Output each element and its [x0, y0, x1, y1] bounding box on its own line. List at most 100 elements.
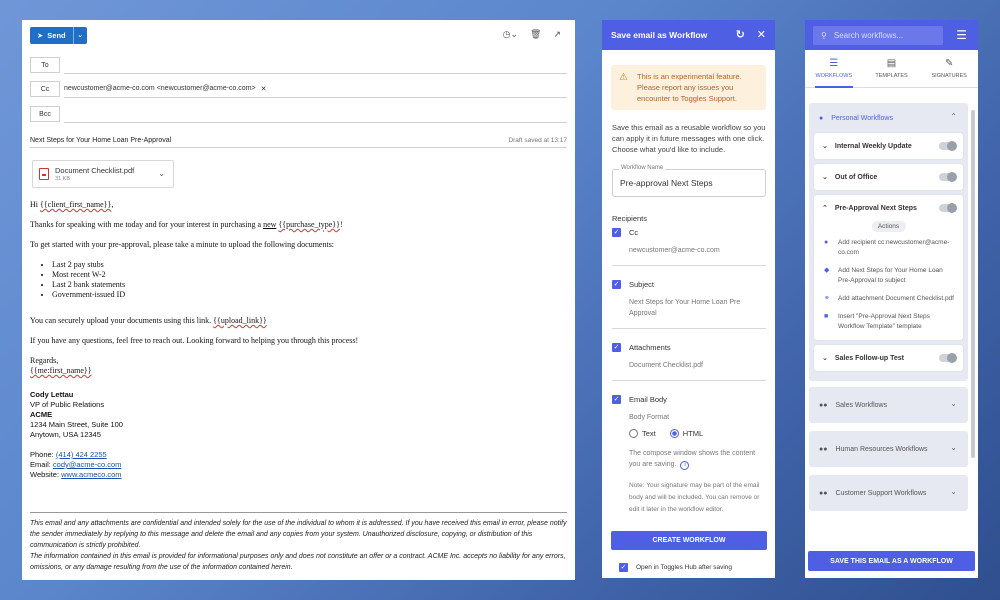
bcc-input[interactable] [64, 105, 567, 123]
email-body[interactable]: Hi {{client_first_name}}, Thanks for spe… [30, 200, 567, 480]
workflow-tabs: ☰ WORKFLOWS ▤ TEMPLATES ✎ SIGNATURES [805, 50, 978, 88]
include-body-option: ✓ Email Body Body Format Text HTML The c… [612, 381, 766, 525]
workflow-name: Internal Weekly Update [834, 142, 912, 150]
hr-workflows-header[interactable]: ●● Human Resources Workflows ⌄ [809, 431, 968, 467]
search-icon: ⚲ [821, 30, 827, 40]
experimental-warning: ⚠ This is an experimental feature. Pleas… [611, 65, 766, 110]
personal-workflows-header[interactable]: ● Personal Workflows ⌃ [809, 103, 968, 133]
chevron-down-icon[interactable]: ⌄ [822, 142, 828, 150]
chevron-down-icon[interactable]: ⌄ [822, 354, 828, 362]
workflow-toggle[interactable] [939, 203, 957, 213]
chevron-down-icon[interactable]: ⌄ [950, 487, 957, 496]
subject-input[interactable]: Next Steps for Your Home Loan Pre-Approv… [30, 137, 171, 144]
paperclip-icon: ⚭ [824, 295, 830, 302]
workflow-item[interactable]: ⌄ Internal Weekly Update [814, 133, 963, 159]
signature-title: VP of Public Relations [30, 400, 105, 409]
workflow-item[interactable]: ⌄ Sales Follow-up Test [814, 345, 963, 371]
purchase-type-var: {{purchase_type}} [278, 220, 340, 229]
send-main[interactable]: ➤ Send [30, 27, 73, 44]
format-text-radio[interactable]: Text [629, 429, 656, 438]
chevron-down-icon[interactable]: ⌄ [950, 443, 957, 452]
hr-workflows-group[interactable]: ●● Human Resources Workflows ⌄ [809, 431, 968, 467]
cc-row: Cc newcustomer@acme-co.com <newcustomer@… [30, 80, 567, 98]
workflow-item[interactable]: ⌄ Out of Office [814, 164, 963, 190]
tab-templates-label: TEMPLATES [875, 72, 908, 79]
attachment-card[interactable]: Document Checklist.pdf 31 KB ⌄ [32, 160, 174, 188]
subject-checkbox[interactable]: ✓ [612, 280, 621, 289]
send-button[interactable]: ➤ Send ⌄ [30, 26, 87, 44]
open-hub-option[interactable]: ✓ Open in Toggles Hub after saving [619, 563, 732, 572]
signature-email-row: Email: cody@acme-co.com [30, 460, 567, 470]
workflow-toggle[interactable] [939, 353, 957, 363]
cc-checkbox[interactable]: ✓ [612, 228, 621, 237]
chevron-up-icon[interactable]: ⌃ [950, 112, 957, 121]
open-hub-label: Open in Toggles Hub after saving [636, 564, 732, 571]
personal-workflows-label: Personal Workflows [831, 114, 893, 122]
hamburger-menu-icon[interactable]: ☰ [956, 29, 967, 41]
include-subject-option: ✓ Subject Next Steps for Your Home Loan … [612, 266, 766, 329]
action-item: ● Add recipient cc:newcustomer@acme-co.c… [814, 238, 963, 266]
remove-recipient-icon[interactable]: ✕ [261, 85, 267, 93]
subject-row[interactable]: Next Steps for Your Home Loan Pre-Approv… [30, 134, 567, 148]
template-icon: ▤ [886, 57, 897, 69]
phone-link[interactable]: (414) 424 2255 [56, 450, 107, 459]
sales-workflows-header[interactable]: ●● Sales Workflows ⌄ [809, 387, 968, 423]
workflow-name-field[interactable]: Workflow Name Pre-approval Next Steps [612, 165, 766, 197]
delete-icon[interactable]: 🗑 [530, 29, 541, 40]
chevron-up-icon[interactable]: ⌃ [822, 204, 828, 212]
radio-on[interactable] [669, 429, 679, 438]
sales-workflows-group[interactable]: ●● Sales Workflows ⌄ [809, 387, 968, 423]
workflow-groups: ● Personal Workflows ⌃ ⌄ Internal Weekly… [809, 103, 968, 517]
search-placeholder: Search workflows... [833, 30, 904, 40]
email-link[interactable]: cody@acme-co.com [53, 460, 121, 469]
body-line-2: To get started with your pre-approval, p… [30, 240, 335, 249]
chevron-down-icon[interactable]: ⌄ [822, 173, 828, 181]
action-item: ⚭ Add attachment Document Checklist.pdf [814, 294, 963, 312]
action-text: Insert "Pre-Approval Next Steps Workflow… [838, 313, 930, 330]
cc-recipient-chip[interactable]: newcustomer@acme-co.com <newcustomer@acm… [64, 85, 266, 93]
workflow-item-expanded[interactable]: ⌃ Pre-Approval Next Steps Actions ● Add … [814, 195, 963, 340]
search-input[interactable]: ⚲ Search workflows... [813, 25, 943, 45]
greeting: Hi {{client_first_name}}, [30, 200, 567, 210]
body-format-radios: Text HTML [629, 429, 766, 438]
cc-button[interactable]: Cc [30, 81, 60, 97]
send-options-chevron-icon[interactable]: ⌄ [72, 26, 87, 44]
tab-signatures[interactable]: ✎ SIGNATURES [920, 50, 978, 87]
to-button[interactable]: To [30, 57, 60, 73]
popout-icon[interactable]: ↗ [553, 29, 561, 40]
importance-icon[interactable]: ◷⌄ [503, 29, 518, 40]
team-icon: ●● [819, 489, 828, 497]
workflow-toggle[interactable] [939, 141, 957, 151]
open-hub-checkbox[interactable]: ✓ [619, 563, 628, 572]
tab-workflows[interactable]: ☰ WORKFLOWS [805, 50, 863, 88]
tab-templates[interactable]: ▤ TEMPLATES [863, 50, 921, 87]
email-body-checkbox[interactable]: ✓ [612, 395, 621, 404]
attachment-chevron-down-icon[interactable]: ⌄ [158, 169, 165, 178]
to-row: To [30, 56, 567, 74]
website-link[interactable]: www.acmeco.com [61, 470, 121, 479]
radio-off[interactable] [629, 429, 638, 438]
support-workflows-header[interactable]: ●● Customer Support Workflows ⌄ [809, 475, 968, 511]
signature-name: Cody Lettau [30, 390, 74, 399]
team-icon: ●● [819, 401, 828, 409]
info-icon[interactable]: i [680, 461, 690, 470]
refresh-icon[interactable]: ↻ [736, 28, 745, 41]
cc-input[interactable]: newcustomer@acme-co.com <newcustomer@acm… [64, 80, 567, 98]
signature: Cody Lettau VP of Public Relations ACME … [30, 390, 567, 480]
save-as-workflow-button[interactable]: SAVE THIS EMAIL AS A WORKFLOW [808, 551, 975, 571]
bcc-button[interactable]: Bcc [30, 106, 60, 122]
close-icon[interactable]: ✕ [757, 28, 766, 41]
workflow-name: Out of Office [834, 173, 878, 181]
to-input[interactable] [64, 56, 567, 74]
header-icons: ↻ ✕ [736, 28, 766, 41]
scrollbar[interactable] [971, 110, 975, 458]
chevron-down-icon[interactable]: ⌄ [950, 399, 957, 408]
format-html-label: HTML [682, 429, 704, 438]
workflows-panel: ⚲ Search workflows... ☰ ☰ WORKFLOWS ▤ TE… [805, 20, 978, 578]
attachments-checkbox[interactable]: ✓ [612, 343, 621, 352]
format-html-radio[interactable]: HTML [669, 429, 704, 438]
compose-note: The compose window shows the content you… [629, 448, 766, 470]
support-workflows-group[interactable]: ●● Customer Support Workflows ⌄ [809, 475, 968, 511]
create-workflow-button[interactable]: CREATE WORKFLOW [611, 531, 767, 550]
workflow-toggle[interactable] [939, 172, 957, 182]
